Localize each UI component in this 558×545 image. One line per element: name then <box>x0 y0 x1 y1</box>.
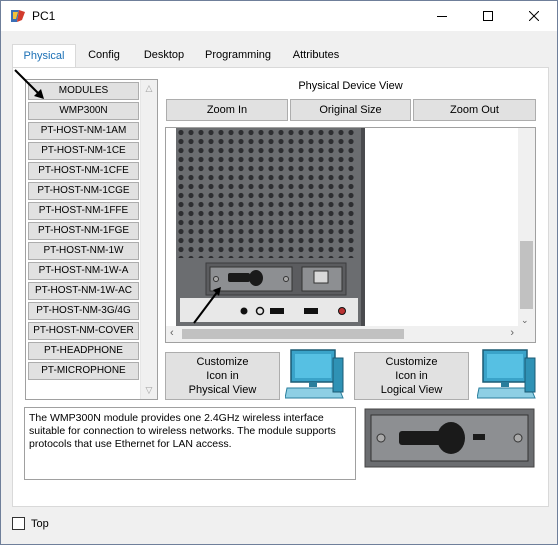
vertical-scroll-thumb[interactable] <box>520 241 533 309</box>
physical-device-view[interactable]: ⌄ ‹ › <box>165 127 536 343</box>
module-list-scrollbar[interactable]: △ ▽ <box>140 80 157 399</box>
module-item[interactable]: PT-HOST-NM-1CGE <box>28 182 139 200</box>
physical-device-view-title: Physical Device View <box>298 80 403 92</box>
scroll-up-arrow-icon[interactable]: △ <box>141 80 157 97</box>
device-view-horizontal-scrollbar[interactable]: ‹ › <box>166 326 518 342</box>
module-item[interactable]: PT-HOST-NM-1W <box>28 242 139 260</box>
pc-logical-icon <box>477 349 536 399</box>
close-button[interactable] <box>511 1 557 31</box>
scroll-down-arrow-icon[interactable]: ▽ <box>141 382 157 399</box>
top-checkbox-row[interactable]: Top <box>12 517 49 530</box>
physical-tab-panel: MODULES WMP300N PT-HOST-NM-1AM PT-HOST-N… <box>12 67 549 507</box>
top-checkbox[interactable] <box>12 517 25 530</box>
scroll-right-arrow-icon[interactable]: › <box>510 327 514 339</box>
tab-attributes[interactable]: Attributes <box>282 44 350 68</box>
pc-chassis-image <box>166 128 518 327</box>
module-item[interactable]: PT-HOST-NM-1CE <box>28 142 139 160</box>
wmp300n-module-thumbnail <box>363 407 536 469</box>
module-item[interactable]: PT-MICROPHONE <box>28 362 139 380</box>
pc-physical-icon <box>285 349 344 399</box>
module-item[interactable]: PT-HOST-NM-1FFE <box>28 202 139 220</box>
module-item[interactable]: PT-HOST-NM-3G/4G <box>28 302 139 320</box>
zoom-in-button[interactable]: Zoom In <box>166 99 288 121</box>
title-bar: PC1 <box>1 1 557 31</box>
module-list[interactable]: MODULES WMP300N PT-HOST-NM-1AM PT-HOST-N… <box>25 79 158 400</box>
module-description: The WMP300N module provides one 2.4GHz w… <box>24 407 356 480</box>
window-title: PC1 <box>32 9 56 23</box>
module-item[interactable]: PT-HOST-NM-1CFE <box>28 162 139 180</box>
maximize-button[interactable] <box>465 1 511 31</box>
module-item[interactable]: PT-HOST-NM-1FGE <box>28 222 139 240</box>
customize-physical-label: Customize Icon in Physical View <box>188 356 257 396</box>
module-item[interactable]: PT-HOST-NM-1W-AC <box>28 282 139 300</box>
original-size-button[interactable]: Original Size <box>290 99 411 121</box>
zoom-out-button[interactable]: Zoom Out <box>413 99 536 121</box>
pc1-window: PC1 Physical Config Desktop Programming … <box>0 0 558 545</box>
annotation-arrow-icon <box>14 69 44 99</box>
scroll-down-arrow-icon[interactable]: ⌄ <box>521 315 529 326</box>
minimize-button[interactable] <box>419 1 465 31</box>
tab-physical[interactable]: Physical <box>12 44 76 70</box>
top-checkbox-label: Top <box>31 517 49 530</box>
close-icon <box>529 11 539 21</box>
scroll-corner <box>518 326 535 342</box>
tab-programming[interactable]: Programming <box>198 44 278 68</box>
module-item[interactable]: PT-HOST-NM-1AM <box>28 122 139 140</box>
tab-desktop[interactable]: Desktop <box>134 44 194 68</box>
customize-physical-icon-button[interactable]: Customize Icon in Physical View <box>165 352 280 400</box>
device-view-vertical-scrollbar[interactable]: ⌄ <box>518 128 535 327</box>
packet-tracer-app-icon <box>11 10 25 22</box>
customize-logical-label: Customize Icon in Logical View <box>380 356 443 396</box>
minimize-icon <box>437 16 447 17</box>
scroll-left-arrow-icon[interactable]: ‹ <box>170 327 174 339</box>
module-item[interactable]: PT-HEADPHONE <box>28 342 139 360</box>
module-item[interactable]: PT-HOST-NM-COVER <box>28 322 139 340</box>
horizontal-scroll-thumb[interactable] <box>182 329 404 339</box>
tab-config[interactable]: Config <box>78 44 130 68</box>
module-item[interactable]: PT-HOST-NM-1W-A <box>28 262 139 280</box>
customize-logical-icon-button[interactable]: Customize Icon in Logical View <box>354 352 469 400</box>
maximize-icon <box>483 11 493 21</box>
